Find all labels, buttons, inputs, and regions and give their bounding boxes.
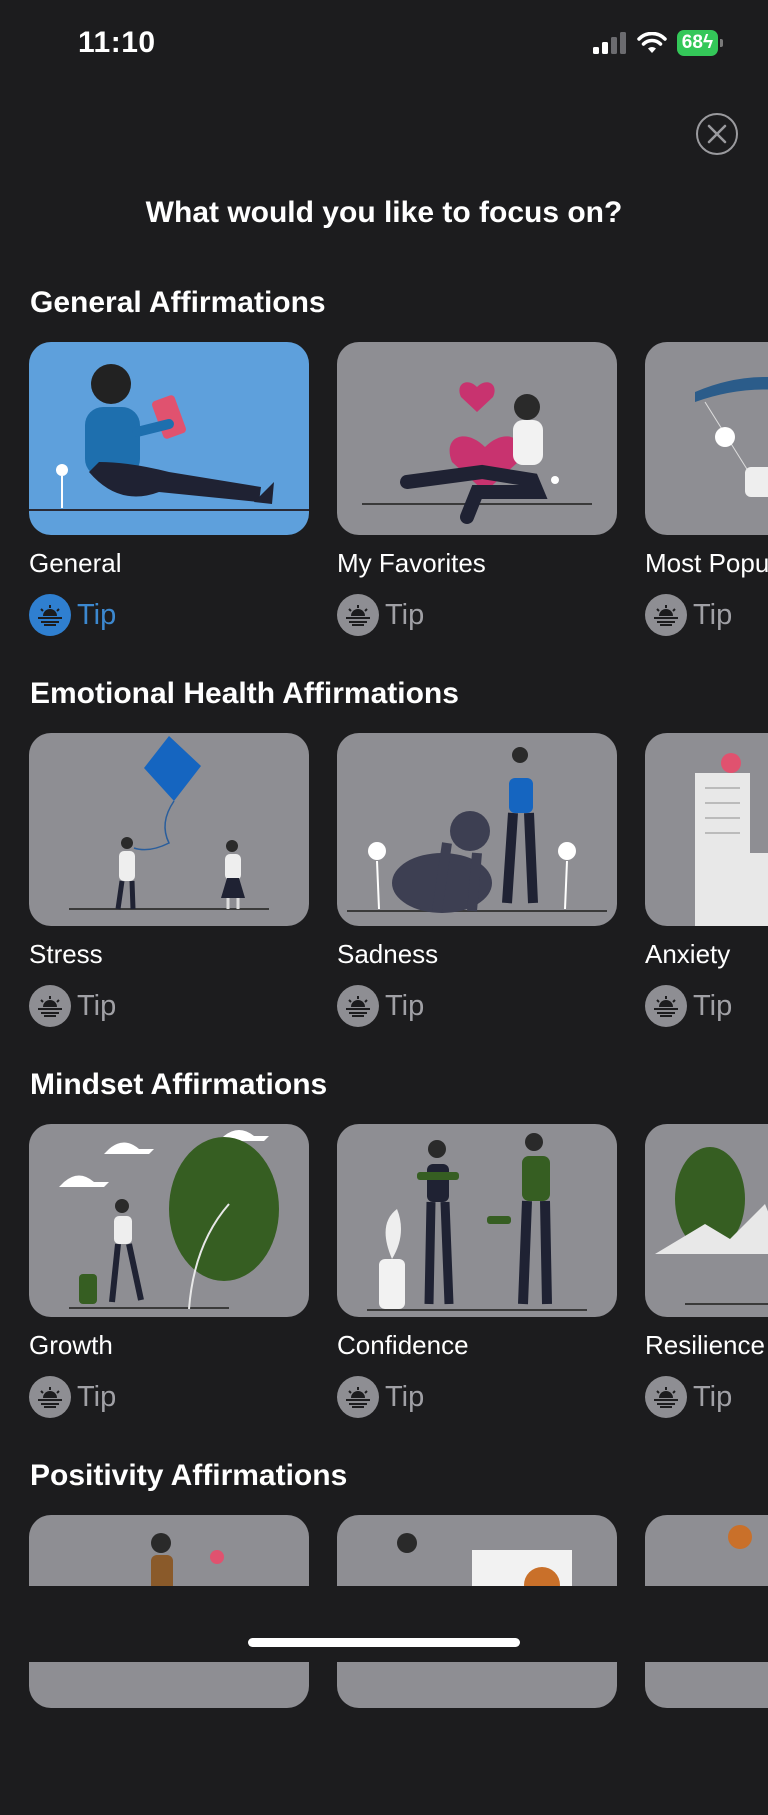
close-icon xyxy=(707,124,727,144)
card-illustration xyxy=(645,342,768,535)
tip-button[interactable]: Tip xyxy=(645,1376,732,1418)
close-button[interactable] xyxy=(696,113,738,155)
tip-button[interactable]: Tip xyxy=(645,985,732,1027)
card-illustration xyxy=(29,342,309,535)
card-label: My Favorites xyxy=(337,548,486,578)
section-title: General Affirmations xyxy=(30,286,326,319)
signal-icon xyxy=(592,32,626,54)
tip-label: Tip xyxy=(693,989,733,1022)
card-label: Confidence xyxy=(337,1330,469,1360)
card-illustration xyxy=(337,733,617,926)
tip-label: Tip xyxy=(693,1380,733,1413)
card-anxiety[interactable]: Anxiety Tip xyxy=(645,733,768,1027)
card-label: Resilience xyxy=(645,1330,765,1360)
card-label: Most Popular xyxy=(645,548,768,578)
tip-label: Tip xyxy=(693,598,733,631)
bottom-fade xyxy=(0,1586,768,1662)
sunrise-icon xyxy=(337,985,379,1027)
card-illustration xyxy=(29,1124,309,1317)
sunrise-icon xyxy=(29,985,71,1027)
tip-button[interactable]: Tip xyxy=(337,1376,424,1418)
wifi-icon xyxy=(637,32,667,53)
card-label: Growth xyxy=(29,1330,113,1360)
section-title: Mindset Affirmations xyxy=(30,1068,328,1101)
tip-button[interactable]: Tip xyxy=(29,594,116,636)
page-title: What would you like to focus on? xyxy=(145,196,623,229)
card-carousel[interactable] xyxy=(29,1515,768,1815)
card-stress[interactable]: Stress Tip xyxy=(29,733,309,1027)
tip-button[interactable]: Tip xyxy=(337,594,424,636)
tip-label: Tip xyxy=(77,989,117,1022)
tip-button[interactable]: Tip xyxy=(337,985,424,1027)
tip-button[interactable]: Tip xyxy=(645,594,732,636)
card-my-favorites[interactable]: My Favorites Tip xyxy=(337,342,617,636)
card-carousel[interactable]: Stress Tip Sadness Tip Anxiety Tip xyxy=(29,733,768,1033)
tip-label: Tip xyxy=(385,598,425,631)
status-time: 11:10 xyxy=(78,26,156,59)
section-title: Emotional Health Affirmations xyxy=(30,677,459,710)
card-sadness[interactable]: Sadness Tip xyxy=(337,733,617,1027)
card-resilience[interactable]: Resilience Tip xyxy=(645,1124,768,1418)
card-growth[interactable]: Growth Tip xyxy=(29,1124,309,1418)
tip-label: Tip xyxy=(385,989,425,1022)
status-icons: 68ϟ xyxy=(592,30,724,56)
sunrise-icon xyxy=(645,1376,687,1418)
home-indicator[interactable] xyxy=(248,1638,520,1647)
card-label: Sadness xyxy=(337,939,439,969)
card-carousel[interactable]: Growth Tip Confidence Tip Resilience Tip xyxy=(29,1124,768,1424)
tip-label: Tip xyxy=(385,1380,425,1413)
card-illustration xyxy=(337,1124,617,1317)
sunrise-icon xyxy=(29,594,71,636)
status-bar: 11:10 68ϟ xyxy=(0,0,768,90)
tip-label: Tip xyxy=(77,598,117,631)
sunrise-icon xyxy=(337,1376,379,1418)
card-illustration xyxy=(337,342,617,535)
tip-button[interactable]: Tip xyxy=(29,1376,116,1418)
battery-level: 68 xyxy=(681,32,703,53)
sunrise-icon xyxy=(29,1376,71,1418)
card-illustration xyxy=(645,1124,768,1317)
card-most-popular[interactable]: Most Popular Tip xyxy=(645,342,768,636)
card-carousel[interactable]: General Tip My Favorites Tip Most Popu T… xyxy=(29,342,768,642)
battery-indicator: 68ϟ xyxy=(676,30,724,56)
section-title: Positivity Affirmations xyxy=(30,1459,348,1492)
tip-button[interactable]: Tip xyxy=(29,985,116,1027)
sunrise-icon xyxy=(337,594,379,636)
sunrise-icon xyxy=(645,594,687,636)
sunrise-icon xyxy=(645,985,687,1027)
card-label: Stress xyxy=(29,939,103,969)
card-illustration xyxy=(29,733,309,926)
card-label: General xyxy=(29,548,122,578)
card-confidence[interactable]: Confidence Tip xyxy=(337,1124,617,1418)
card-general[interactable]: General Tip xyxy=(29,342,309,636)
card-label: Anxiety xyxy=(645,939,731,969)
tip-label: Tip xyxy=(77,1380,117,1413)
charging-icon: ϟ xyxy=(702,32,713,53)
card-illustration xyxy=(645,733,768,926)
